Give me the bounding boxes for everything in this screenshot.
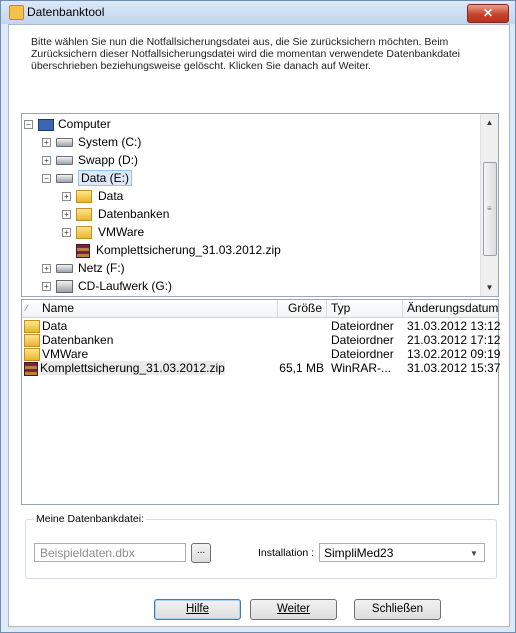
help-button[interactable]: Hilfe [154, 599, 241, 620]
winrar-archive-icon [76, 243, 90, 258]
winrar-archive-icon [24, 362, 38, 376]
close-window-button[interactable]: ✕ [467, 4, 509, 23]
tree-item-label: System (C:) [78, 135, 142, 149]
tree-item-label: Netz (F:) [78, 261, 125, 275]
tree-item-label: Komplettsicherung_31.03.2012.zip [96, 243, 281, 257]
tree-item-label: Swapp (D:) [78, 153, 139, 167]
next-button[interactable]: Weiter [250, 599, 337, 620]
app-icon [9, 5, 24, 20]
title-bar: Datenbanktool ✕ [1, 1, 515, 24]
scroll-up-icon[interactable]: ▲ [481, 114, 498, 131]
folder-icon [24, 320, 40, 334]
column-header-date[interactable]: Änderungsdatum [403, 300, 498, 317]
sort-indicator-icon: ⁄ [26, 303, 28, 313]
tree-item-label: Computer [58, 117, 111, 131]
column-header-name[interactable]: ⁄ Name [22, 300, 278, 317]
chevron-down-icon[interactable]: ▼ [467, 548, 481, 559]
drive-icon [56, 138, 73, 148]
collapse-icon[interactable]: − [42, 174, 51, 183]
list-header: ⁄ Name Größe Typ Änderungsdatum [22, 300, 498, 318]
instruction-text: Bitte wählen Sie nun die Notfallsicherun… [31, 36, 460, 72]
scroll-thumb[interactable]: ≡ [483, 162, 497, 256]
expand-icon[interactable]: + [62, 192, 71, 201]
expand-icon[interactable]: + [42, 282, 51, 291]
folder-icon [24, 348, 40, 362]
close-button[interactable]: Schließen [354, 599, 441, 620]
column-header-type[interactable]: Typ [327, 300, 403, 317]
file-list[interactable]: ⁄ Name Größe Typ Änderungsdatum Data Dat… [21, 299, 500, 505]
folder-icon [24, 334, 40, 348]
expand-icon[interactable]: + [62, 228, 71, 237]
list-item[interactable]: Datenbanken Dateiordner 21.03.2012 17:12 [22, 334, 500, 348]
expand-icon[interactable]: + [42, 138, 51, 147]
tree-item-system-drive[interactable]: + System (C:) [42, 134, 141, 150]
folder-icon [76, 208, 92, 222]
expand-icon[interactable]: + [42, 156, 51, 165]
tree-item-swapp-drive[interactable]: + Swapp (D:) [42, 152, 138, 168]
dialog-content: Bitte wählen Sie nun die Notfallsicherun… [8, 24, 510, 627]
cd-drive-icon [56, 280, 73, 294]
window-title: Datenbanktool [27, 5, 105, 19]
scroll-down-icon[interactable]: ▼ [481, 279, 498, 296]
installation-select[interactable]: SimpliMed23 ▼ [319, 543, 485, 562]
tree-item-folder-vmware[interactable]: + VMWare [62, 224, 144, 240]
database-group: Meine Datenbankdatei: Beispieldaten.dbx … [25, 513, 497, 579]
tree-item-label: Datenbanken [98, 207, 170, 221]
list-item[interactable]: VMWare Dateiordner 13.02.2012 09:19 [22, 348, 500, 362]
close-icon: ✕ [482, 6, 494, 20]
installation-value: SimpliMed23 [324, 546, 394, 560]
tree-item-zip-file[interactable]: Komplettsicherung_31.03.2012.zip [76, 242, 281, 258]
tree-item-folder-datenbanken[interactable]: + Datenbanken [62, 206, 169, 222]
tree-item-label: Data [98, 189, 124, 203]
folder-tree[interactable]: − Computer + System (C:) + Swapp (D:) − … [21, 113, 499, 297]
installation-label: Installation : [258, 547, 315, 559]
list-item[interactable]: Komplettsicherung_31.03.2012.zip 65,1 MB… [22, 361, 500, 376]
network-drive-icon [56, 264, 73, 274]
dialog-window: Datenbanktool ✕ Bitte wählen Sie nun die… [0, 0, 516, 633]
tree-item-computer[interactable]: − Computer [24, 116, 111, 132]
folder-icon [76, 226, 92, 240]
tree-item-label: VMWare [98, 225, 145, 239]
expand-icon[interactable]: + [42, 264, 51, 273]
tree-scrollbar[interactable]: ▲ ≡ ▼ [480, 114, 498, 296]
tree-item-label: CD-Laufwerk (G:) [78, 279, 173, 293]
tree-item-cd-drive[interactable]: + CD-Laufwerk (G:) [42, 278, 172, 294]
database-file-field[interactable]: Beispieldaten.dbx [34, 543, 186, 562]
tree-item-folder-data[interactable]: + Data [62, 188, 123, 204]
browse-button[interactable]: ... [191, 543, 211, 563]
expand-icon[interactable]: + [62, 210, 71, 219]
tree-item-data-drive[interactable]: − Data (E:) [42, 170, 133, 186]
computer-icon [38, 118, 54, 131]
tree-item-network-drive[interactable]: + Netz (F:) [42, 260, 125, 276]
drive-icon [56, 156, 73, 166]
list-item[interactable]: Data Dateiordner 31.03.2012 13:12 [22, 320, 500, 334]
tree-item-label: Data (E:) [78, 170, 133, 186]
folder-icon [76, 190, 92, 204]
group-label: Meine Datenbankdatei: [34, 513, 146, 525]
collapse-icon[interactable]: − [24, 120, 33, 129]
column-header-size[interactable]: Größe [278, 300, 327, 317]
drive-icon [56, 174, 73, 184]
grip-icon: ≡ [487, 204, 492, 213]
